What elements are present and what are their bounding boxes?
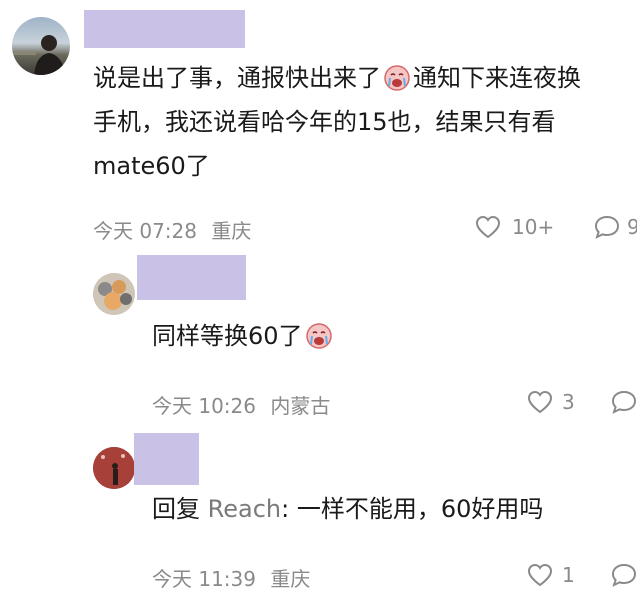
reply-to-username[interactable]: Reach bbox=[208, 495, 281, 523]
location: 重庆 bbox=[211, 219, 252, 243]
comment-meta: 今天 10:26 内蒙古 bbox=[152, 390, 330, 419]
comment-text-line: 手机，我还说看哈今年的15也，结果只有看 bbox=[93, 108, 556, 136]
like-button[interactable]: 1 bbox=[526, 562, 575, 588]
comment-text-line: mate60了 bbox=[93, 152, 210, 180]
comment-text: 回复 Reach: 一样不能用，60好用吗 bbox=[152, 487, 543, 531]
reply-button[interactable] bbox=[610, 389, 637, 415]
location: 内蒙古 bbox=[270, 394, 331, 418]
username-redacted[interactable] bbox=[134, 433, 199, 485]
comment-meta: 今天 11:39 重庆 bbox=[152, 563, 310, 592]
reply-separator: : bbox=[281, 495, 297, 523]
like-button[interactable]: 3 bbox=[526, 389, 575, 415]
crying-face-emoji bbox=[383, 64, 411, 92]
comment-text: 同样等换60了 bbox=[152, 314, 333, 358]
comment-text: 说是出了事，通报快出来了 通知下来连夜换 bbox=[93, 64, 581, 92]
comment-bubble-icon bbox=[610, 562, 637, 588]
timestamp: 今天 07:28 bbox=[93, 219, 197, 243]
crying-face-emoji bbox=[305, 322, 333, 350]
like-button[interactable]: 10+ bbox=[474, 214, 554, 240]
timestamp: 今天 10:26 bbox=[152, 394, 256, 418]
comment-meta: 今天 07:28 重庆 bbox=[93, 215, 251, 244]
like-count: 1 bbox=[562, 563, 575, 587]
reply-button[interactable] bbox=[610, 562, 637, 588]
like-count: 3 bbox=[562, 390, 575, 414]
comment-bubble-icon bbox=[593, 214, 621, 240]
reply-prefix: 回复 bbox=[152, 495, 208, 523]
heart-outline-icon bbox=[526, 389, 554, 415]
heart-outline-icon bbox=[526, 562, 554, 588]
avatar[interactable] bbox=[12, 17, 70, 75]
reply-body: 一样不能用，60好用吗 bbox=[296, 495, 544, 523]
like-count: 10+ bbox=[512, 215, 555, 239]
avatar[interactable] bbox=[93, 273, 135, 315]
comment-bubble-icon bbox=[610, 389, 637, 415]
username-redacted[interactable] bbox=[84, 10, 245, 48]
timestamp: 今天 11:39 bbox=[152, 567, 256, 591]
reply-count: 9 bbox=[627, 215, 637, 239]
username-redacted[interactable] bbox=[137, 255, 246, 300]
location: 重庆 bbox=[270, 567, 311, 591]
heart-outline-icon bbox=[474, 214, 502, 240]
avatar[interactable] bbox=[93, 447, 135, 489]
reply-button[interactable]: 9 bbox=[593, 214, 637, 240]
